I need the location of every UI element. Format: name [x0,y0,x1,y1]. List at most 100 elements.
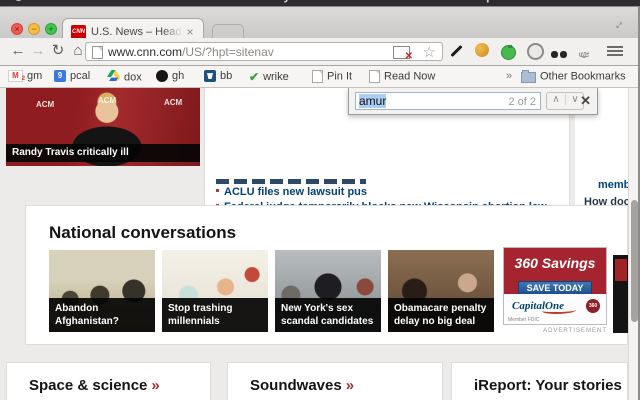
find-bar: amur 2 of 2 ∧ ∨ ✕ [348,88,598,115]
bookmark-bb[interactable]: bb [204,70,232,84]
story-card[interactable]: Obamacare penalty delay no big deal [388,250,494,332]
scrollbar-track[interactable] [628,88,638,400]
tab-strip: × − + CNN U.S. News – Headlines, St × ↔ [0,6,640,46]
find-previous-button[interactable]: ∧ [547,94,565,105]
github-icon [156,70,168,83]
ad-headline: 360 Savings [504,248,606,278]
back-button[interactable]: ← [8,41,28,61]
lead-story-caption: Randy Travis critically ill [6,144,200,162]
window-zoom-button[interactable]: + [45,23,57,35]
section-ireport: iReport: Your stories [451,362,628,400]
clock-extension-icon[interactable] [527,43,544,60]
forward-button[interactable]: → [28,41,48,61]
find-nav-buttons: ∧ ∨ [546,92,584,110]
clipped-ad-strip [613,255,629,333]
fullscreen-icon[interactable]: ↔ [608,14,628,34]
find-query-text: amur [359,94,387,108]
chrome-menu-icon[interactable] [607,46,623,62]
menu-help[interactable]: Help [467,0,493,3]
window-close-button[interactable]: × [11,23,23,35]
bookmark-wrike[interactable]: ✔ wrike [249,70,289,84]
folder-icon [521,70,536,83]
face-extension-icon[interactable] [475,43,491,59]
right-column-link[interactable]: memb [598,179,630,191]
story-card[interactable]: New York's sex scandal candidates [275,250,381,332]
acm-backdrop-text: ACM [98,96,117,105]
section-heading-link[interactable]: Soundwaves» [250,377,442,394]
bookmark-gh[interactable]: gh [156,70,184,84]
story-card[interactable]: Stop trashing millennials [162,250,268,332]
address-bar[interactable]: www.cnn.com/US/?hpt=sitenav ✕ ☆ [85,42,443,62]
page-bookmark-icon [312,70,323,83]
national-conversations-panel: National conversations Abandon Afghanist… [25,205,629,345]
lead-story-thumbnail[interactable]: ACM ACM ACM Randy Travis critically ill [6,88,200,166]
acm-backdrop-text: ACM [36,100,55,109]
find-input[interactable]: amur 2 of 2 [355,92,541,110]
card-caption: Stop trashing millennials [162,298,268,332]
capitalone-ad[interactable]: 360 Savings SAVE TODAY CapitalOne 360 Me… [503,247,607,325]
card-caption: New York's sex scandal candidates [275,298,381,332]
bitbucket-icon [204,70,216,83]
page-bookmark-icon [369,70,380,83]
url-path: /US/?hpt=sitenav [182,45,274,59]
tag-extension-icon[interactable]: TAG [579,43,595,59]
menu-view[interactable]: View [200,0,227,3]
stopwatch-extension-icon[interactable] [501,43,517,60]
url-text[interactable]: www.cnn.com/US/?hpt=sitenav [108,45,274,59]
page-icon [92,46,103,59]
section-soundwaves: Soundwaves» [227,362,443,400]
cnn-favicon-icon: CNN [71,25,86,39]
page-viewport: ACM ACM ACM Randy Travis critically ill … [0,88,640,400]
find-close-button[interactable]: ✕ [580,93,591,109]
ad-fdic-text: Member FDIC [508,317,540,323]
bookmark-pcal[interactable]: 9 pcal [54,70,90,84]
ad-save-today-button[interactable]: SAVE TODAY [517,281,593,295]
capitalone-swoosh-icon [542,307,576,314]
gmail-icon: M2 [8,70,25,83]
other-bookmarks-folder[interactable]: Other Bookmarks [521,70,626,84]
bookmark-pin-it[interactable]: Pin It [312,70,352,84]
popup-blocked-icon[interactable]: ✕ [393,46,413,62]
apple-menu-icon[interactable] [14,0,23,2]
glasses-extension-icon[interactable] [551,47,567,58]
scrollbar-thumb[interactable] [630,200,638,322]
menu-file[interactable]: File [112,0,133,3]
check-icon: ✔ [249,70,260,84]
menu-window[interactable]: Window [400,0,446,3]
bookmarks-bar: M 2 gm 9 pcal dox gh bb ✔ wrike Pin It Read … [0,66,640,88]
drive-icon [107,70,120,85]
section-heading-link[interactable]: Space & science» [29,377,210,394]
tab-close-icon[interactable]: × [183,25,197,39]
card-caption: Abandon Afghanistan? [49,298,155,332]
advertisement-label: ADVERTISEMENT [543,328,607,334]
menu-bookmarks[interactable]: Bookmarks [312,0,377,3]
section-space-science: Space & science» [6,362,211,400]
story-card[interactable]: Abandon Afghanistan? [49,250,155,332]
ad-footer: CapitalOne 360 Member FDIC [504,294,606,324]
bookmark-gmail[interactable]: M 2 gm [8,70,42,84]
url-host: www.cnn.com [108,45,183,59]
bookmark-star-icon[interactable]: ☆ [423,43,436,61]
menu-edit[interactable]: Edit [155,0,178,3]
menu-chrome[interactable]: Chrome [45,0,90,3]
section-heading-link[interactable]: iReport: Your stories [474,377,627,394]
headline-link[interactable]: ACLU files new lawsuit pus [216,186,367,198]
menu-history[interactable]: History [249,0,290,3]
browser-toolbar: ← → ↻ ⌂ www.cnn.com/US/?hpt=sitenav ✕ ☆ … [0,38,640,66]
chevron-right-icon: » [345,377,355,394]
bookmark-read-now[interactable]: Read Now [369,70,435,84]
section-title: National conversations [49,223,237,242]
bookmark-dox[interactable]: dox [107,70,142,84]
bookmarks-overflow-chevron[interactable]: » [506,70,512,84]
eyedropper-extension-icon[interactable] [449,43,465,59]
reload-button[interactable]: ↻ [48,41,68,61]
clipped-headline [216,179,366,184]
find-match-count: 2 of 2 [508,96,536,108]
window-minimize-button[interactable]: − [28,23,40,35]
acm-backdrop-text: ACM [164,98,183,107]
card-caption: Obamacare penalty delay no big deal [388,298,494,332]
chevron-right-icon: » [151,377,160,394]
screenshot-root: Chrome File Edit View History Bookmarks Window… [0,0,640,400]
calendar-icon: 9 [54,70,66,83]
bullet-icon [216,189,219,192]
